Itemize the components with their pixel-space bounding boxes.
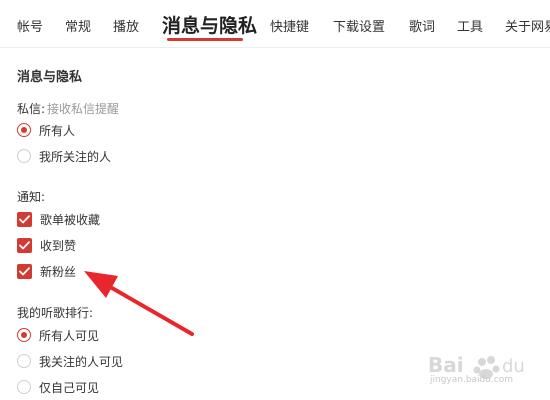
baidu-watermark-logo: Bai du [428,353,525,379]
svg-text:du: du [502,356,525,377]
annotation-arrow-icon [84,271,194,336]
watermark-url: jingyan.baidu.com [430,375,514,385]
svg-text:Bai: Bai [428,353,464,377]
